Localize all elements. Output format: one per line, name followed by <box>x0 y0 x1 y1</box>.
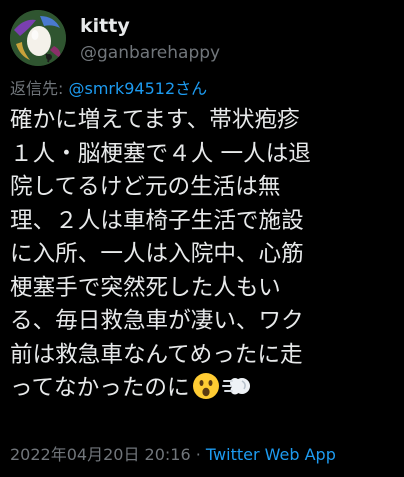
egg-avatar-icon <box>10 10 66 66</box>
tweet-text-line: に入所、一人は入院中、心筋 <box>10 241 304 267</box>
dashing-away-icon <box>221 372 252 411</box>
tweet-text-last-line: ってなかったのに <box>10 372 394 411</box>
avatar[interactable] <box>10 10 66 66</box>
author-names: kitty @ganbarehappy <box>80 14 220 65</box>
tweet-text-line: 院してるけど元の生活は無 <box>10 174 281 200</box>
tweet-text-line: 確かに増えてます、帯状疱疹 <box>10 107 300 133</box>
tweet-text-line: 梗塞手で突然死した人もい <box>10 274 281 301</box>
tweet-footer: 2022年04月20日 20:16 · Twitter Web App <box>10 444 336 466</box>
source-label: Twitter Web App <box>205 445 336 464</box>
tweet-text-line: １人・脳梗塞で４人 一人は退 <box>10 140 311 167</box>
tweet-header: kitty @ganbarehappy <box>10 10 394 66</box>
footer-separator: · <box>190 445 206 464</box>
reply-prefix: 返信先: <box>10 79 69 98</box>
reply-to: 返信先: @smrk94512さん <box>10 78 207 100</box>
tweet-text: 確かに増えてます、帯状疱疹 １人・脳梗塞で４人 一人は退 院してるけど元の生活は… <box>10 104 394 411</box>
tweet-text-line: 理、２人は車椅子生活で施設 <box>10 207 304 234</box>
astonished-face-icon <box>192 372 220 411</box>
tweet-text-line: 前は救急車なんてめったに走 <box>10 341 303 368</box>
tweet-text-line: ってなかったのに <box>10 375 190 401</box>
username[interactable]: @ganbarehappy <box>80 41 220 65</box>
tweet: kitty @ganbarehappy 返信先: @smrk94512さん 確か… <box>0 0 404 477</box>
display-name[interactable]: kitty <box>80 14 220 38</box>
tweet-text-line: る、毎日救急車が凄い、ワク <box>10 308 304 334</box>
reply-handle-link[interactable]: @smrk94512さん <box>68 79 207 98</box>
timestamp-link[interactable]: 2022年04月20日 20:16 <box>10 445 191 464</box>
